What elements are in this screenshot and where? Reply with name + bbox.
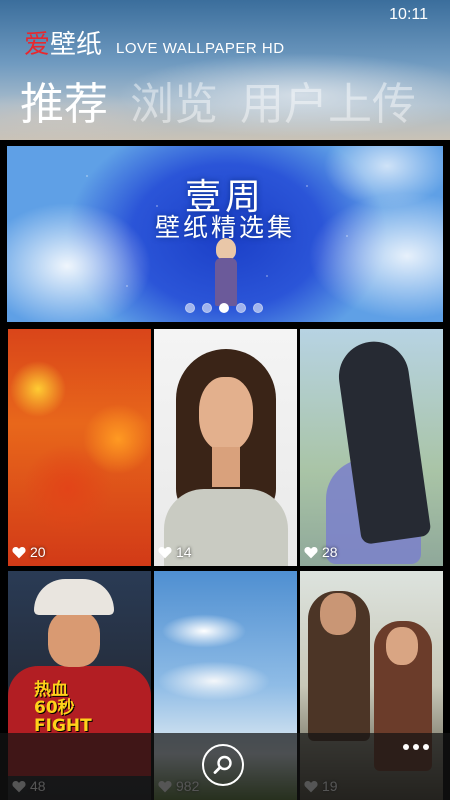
wallpaper-tile-maple-leaves[interactable]: 20 (8, 329, 151, 566)
tile-logo-text: 热血 60秒 FIGHT (34, 680, 92, 736)
brand-english: LOVE WALLPAPER HD (116, 40, 285, 57)
page-dot[interactable] (202, 303, 212, 313)
tab-browse[interactable]: 浏览 (130, 79, 218, 130)
brand-name: 壁纸 (50, 30, 103, 60)
like-count: 20 (12, 544, 46, 560)
more-icon-dot (423, 744, 429, 750)
brand-love: 爱 (24, 30, 51, 60)
search-icon (213, 755, 232, 774)
page-dot[interactable] (185, 303, 195, 313)
heart-icon (304, 546, 318, 558)
featured-banner[interactable]: 壹周 壁纸精选集 (7, 146, 443, 322)
banner-figure (213, 238, 239, 308)
pivot-tabs: 推荐 浏览 用户上传 (20, 68, 438, 132)
wallpaper-tile-portrait-woman[interactable]: 14 (154, 329, 297, 566)
tab-recommended[interactable]: 推荐 (20, 79, 108, 130)
search-button[interactable] (202, 744, 244, 786)
like-count: 28 (304, 544, 338, 560)
header: 10:11 爱 壁纸 LOVE WALLPAPER HD 推荐 浏览 用户上传 (0, 0, 450, 140)
tab-user-uploads[interactable]: 用户上传 (240, 79, 416, 130)
like-count: 14 (158, 544, 192, 560)
app-brand: 爱 壁纸 LOVE WALLPAPER HD (24, 24, 285, 61)
more-icon-dot (413, 744, 419, 750)
page-dot[interactable] (253, 303, 263, 313)
like-count-value: 20 (30, 544, 46, 560)
heart-icon (158, 546, 172, 558)
page-dot[interactable] (236, 303, 246, 313)
heart-icon (12, 546, 26, 558)
wallpaper-tile-fantasy-girl[interactable]: 28 (300, 329, 443, 566)
page-dot-active[interactable] (219, 303, 229, 313)
status-time: 10:11 (389, 6, 428, 23)
banner-page-indicator (185, 303, 263, 313)
more-button[interactable] (396, 739, 436, 755)
more-icon (403, 744, 409, 750)
like-count-value: 28 (322, 544, 338, 560)
like-count-value: 14 (176, 544, 192, 560)
